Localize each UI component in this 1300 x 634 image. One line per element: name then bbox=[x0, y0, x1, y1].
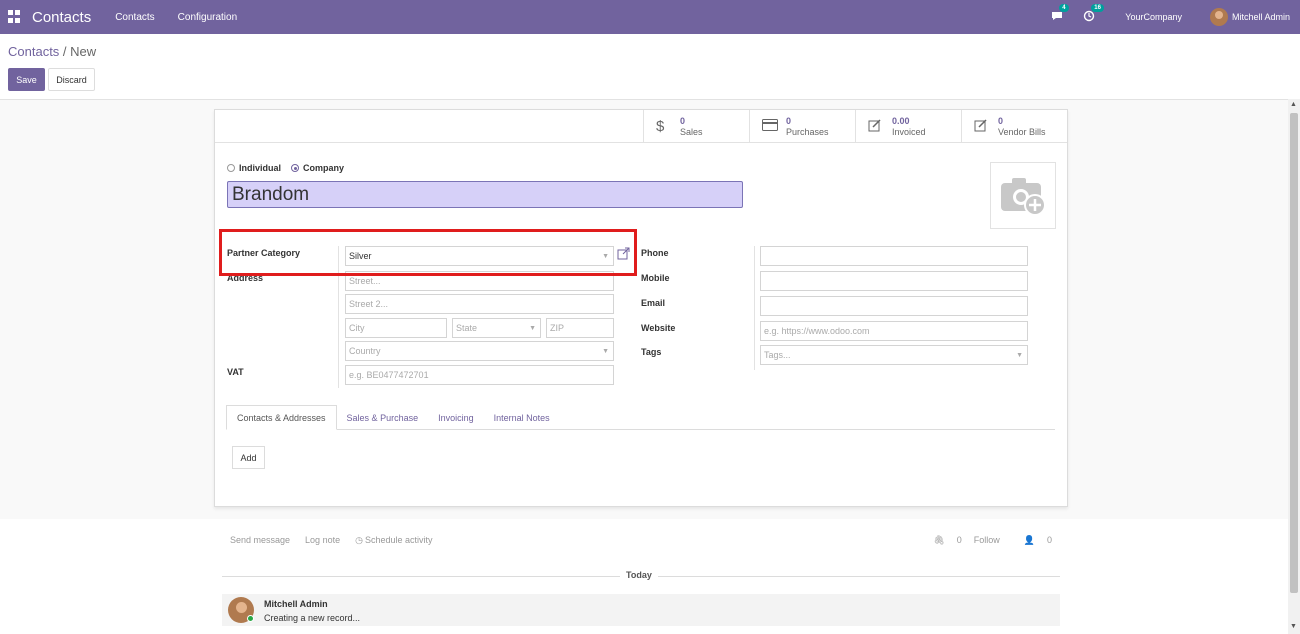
followers-button[interactable]: 👤 0 bbox=[1012, 535, 1052, 546]
activities-icon[interactable]: 16 bbox=[1083, 4, 1104, 24]
chatter-message: Mitchell Admin Creating a new record... bbox=[222, 594, 1060, 626]
paperclip-icon: 🖇 bbox=[933, 535, 945, 545]
purchases-stat-button[interactable]: 0 Purchases bbox=[749, 110, 855, 143]
tab-contacts-addresses[interactable]: Contacts & Addresses bbox=[226, 405, 337, 430]
stat-button-box: $ 0 Sales 0 Purchases 0.00 Invoiced 0 Vendor… bbox=[643, 110, 1067, 143]
send-message-button[interactable]: Send message bbox=[230, 535, 290, 546]
vendor-bills-label: Vendor Bills bbox=[998, 126, 1046, 137]
invoiced-stat-button[interactable]: 0.00 Invoiced bbox=[855, 110, 961, 143]
scroll-down-icon[interactable]: ▼ bbox=[1290, 623, 1297, 630]
user-menu[interactable]: Mitchell Admin bbox=[1209, 8, 1290, 26]
follow-button[interactable]: Follow bbox=[974, 535, 1000, 546]
online-status-icon bbox=[247, 615, 254, 622]
mobile-label: Mobile bbox=[641, 273, 670, 283]
discard-button[interactable]: Discard bbox=[48, 68, 95, 91]
save-button[interactable]: Save bbox=[8, 68, 45, 91]
sales-count: 0 bbox=[680, 115, 686, 126]
chatter-topbar-right: 🖇 0 Follow 👤 0 bbox=[909, 535, 1052, 546]
schedule-activity-label: Schedule activity bbox=[364, 535, 433, 545]
website-label: Website bbox=[641, 323, 676, 333]
country-placeholder: Country bbox=[349, 346, 381, 356]
scrollbar[interactable]: ▲ ▼ bbox=[1288, 99, 1300, 634]
breadcrumb-current: New bbox=[70, 44, 97, 59]
tags-select[interactable]: Tags... ▼ bbox=[760, 345, 1028, 365]
purchases-count: 0 bbox=[786, 115, 792, 126]
chatter-topbar: Send message Log note ◷ Schedule activity bbox=[230, 535, 463, 546]
clock-icon: ◷ bbox=[355, 535, 363, 545]
vendor-bills-stat-button[interactable]: 0 Vendor Bills bbox=[961, 110, 1067, 143]
breadcrumb: Contacts / New bbox=[8, 44, 96, 59]
attachments-button[interactable]: 🖇 0 bbox=[921, 535, 961, 546]
tags-placeholder: Tags... bbox=[764, 350, 791, 360]
phone-label: Phone bbox=[641, 248, 669, 258]
activities-badge: 16 bbox=[1091, 4, 1104, 12]
invoiced-amount: 0.00 bbox=[892, 115, 910, 126]
tab-internal-notes[interactable]: Internal Notes bbox=[484, 405, 560, 430]
name-input[interactable]: Brandom bbox=[227, 181, 743, 208]
app-name[interactable]: Contacts bbox=[32, 9, 91, 26]
notebook-tabs: Contacts & Addresses Sales & Purchase In… bbox=[226, 405, 1055, 430]
log-note-button[interactable]: Log note bbox=[305, 535, 340, 546]
radio-circle bbox=[227, 164, 235, 172]
vat-input[interactable]: e.g. BE0477472701 bbox=[345, 365, 614, 385]
edit-icon bbox=[974, 118, 992, 136]
scroll-thumb[interactable] bbox=[1290, 113, 1298, 593]
top-navbar: Contacts Contacts Configuration 4 16 You… bbox=[0, 0, 1300, 34]
website-input[interactable]: e.g. https://www.odoo.com bbox=[760, 321, 1028, 341]
zip-input[interactable]: ZIP bbox=[546, 318, 614, 338]
breadcrumb-separator: / bbox=[59, 44, 71, 59]
attachments-count: 0 bbox=[956, 535, 962, 545]
radio-individual[interactable]: Individual bbox=[227, 163, 281, 173]
edit-icon bbox=[868, 118, 886, 136]
messages-icon[interactable]: 4 bbox=[1051, 4, 1069, 24]
city-input[interactable]: City bbox=[345, 318, 447, 338]
user-icon: 👤 bbox=[1023, 535, 1035, 545]
chevron-down-icon: ▼ bbox=[1016, 352, 1023, 359]
sales-stat-button[interactable]: $ 0 Sales bbox=[643, 110, 749, 143]
breadcrumb-contacts[interactable]: Contacts bbox=[8, 44, 59, 59]
chevron-down-icon: ▼ bbox=[529, 325, 536, 332]
camera-add-icon bbox=[1001, 177, 1046, 216]
add-contact-button[interactable]: Add bbox=[232, 446, 265, 469]
country-select[interactable]: Country ▼ bbox=[345, 341, 614, 361]
radio-company-label: Company bbox=[303, 163, 345, 173]
state-select[interactable]: State ▼ bbox=[452, 318, 541, 338]
vat-label: VAT bbox=[227, 367, 244, 377]
schedule-activity-button[interactable]: ◷ Schedule activity bbox=[355, 535, 447, 546]
menu-contacts[interactable]: Contacts bbox=[115, 12, 154, 23]
highlight-box bbox=[219, 229, 637, 276]
company-switcher[interactable]: YourCompany bbox=[1125, 12, 1182, 22]
tab-sales-purchase[interactable]: Sales & Purchase bbox=[337, 405, 429, 430]
chevron-down-icon: ▼ bbox=[602, 348, 609, 355]
invoiced-label: Invoiced bbox=[892, 126, 926, 137]
tab-invoicing[interactable]: Invoicing bbox=[428, 405, 484, 430]
tags-label: Tags bbox=[641, 347, 662, 357]
state-placeholder: State bbox=[456, 323, 478, 333]
menu-configuration[interactable]: Configuration bbox=[178, 12, 237, 23]
messages-badge: 4 bbox=[1059, 4, 1069, 12]
street2-input[interactable]: Street 2... bbox=[345, 294, 614, 314]
sales-label: Sales bbox=[680, 126, 703, 137]
radio-individual-label: Individual bbox=[239, 163, 282, 173]
vendor-bills-count: 0 bbox=[998, 115, 1004, 126]
message-body: Creating a new record... bbox=[264, 613, 361, 623]
email-input[interactable] bbox=[760, 296, 1028, 316]
followers-count: 0 bbox=[1046, 535, 1052, 545]
company-type-radio: Individual Company bbox=[227, 163, 354, 173]
dollar-icon: $ bbox=[656, 118, 665, 135]
radio-circle-checked bbox=[291, 164, 300, 172]
user-name: Mitchell Admin bbox=[1231, 12, 1290, 22]
mobile-input[interactable] bbox=[760, 271, 1028, 291]
date-separator: Today bbox=[620, 570, 658, 580]
apps-menu-icon[interactable] bbox=[8, 10, 22, 24]
purchases-label: Purchases bbox=[786, 126, 829, 137]
user-avatar bbox=[1209, 8, 1228, 26]
scroll-up-icon[interactable]: ▲ bbox=[1290, 101, 1297, 108]
phone-input[interactable] bbox=[760, 246, 1028, 266]
email-label: Email bbox=[641, 298, 666, 308]
image-upload[interactable] bbox=[990, 162, 1056, 229]
radio-company[interactable]: Company bbox=[291, 163, 344, 173]
message-author[interactable]: Mitchell Admin bbox=[264, 599, 328, 609]
credit-card-icon bbox=[762, 118, 780, 135]
